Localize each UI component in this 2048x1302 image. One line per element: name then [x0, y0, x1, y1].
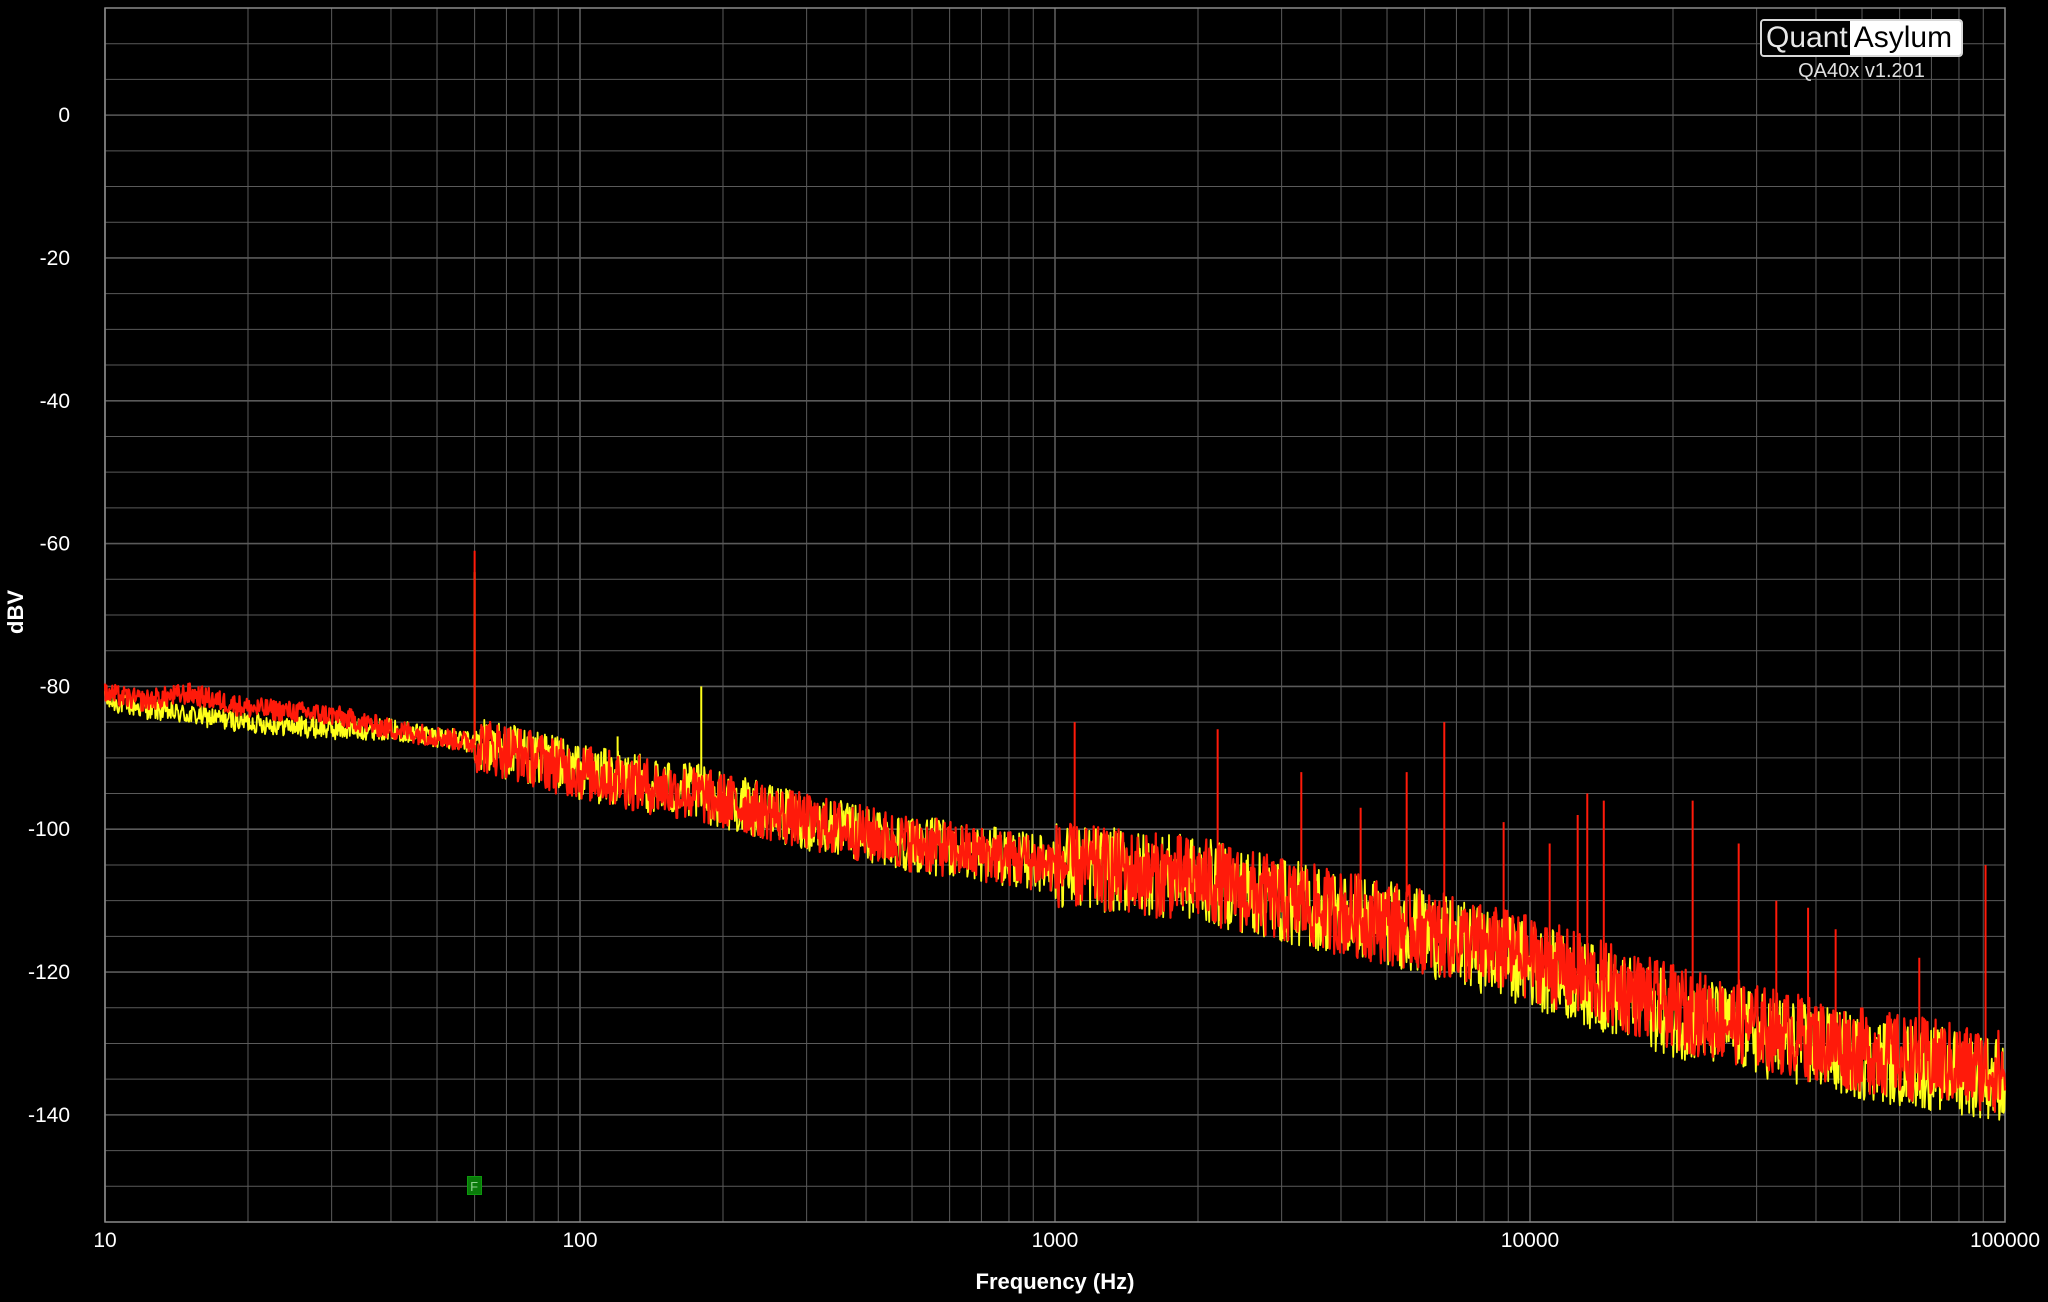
logo-left-text: Quant: [1762, 21, 1850, 55]
spectrum-chart: 0 -20 -40 -60 -80 -100 -120 -140 10 100 1000 10000…: [3, 7, 2040, 1294]
y-tick-label: -20: [40, 247, 70, 270]
y-tick-label: -80: [40, 675, 70, 698]
x-tick-label: 100: [562, 1229, 597, 1252]
y-tick-label: -40: [40, 390, 70, 413]
x-tick-label: 10000: [1501, 1229, 1559, 1252]
f-marker[interactable]: F: [466, 1176, 482, 1196]
x-tick-labels: 10 100 1000 10000 100000: [93, 1229, 2040, 1252]
y-axis-title: dBV: [3, 590, 28, 634]
y-tick-label: -60: [40, 533, 70, 556]
y-tick-labels: 0 -20 -40 -60 -80 -100 -120 -140: [28, 104, 70, 1127]
x-axis-title: Frequency (Hz): [976, 1269, 1135, 1294]
software-version: QA40x v1.201: [1798, 60, 1925, 82]
y-tick-label: 0: [58, 104, 70, 127]
x-tick-label: 10: [93, 1229, 116, 1252]
x-tick-label: 1000: [1032, 1229, 1079, 1252]
y-tick-label: -100: [28, 818, 70, 841]
y-tick-label: -140: [28, 1104, 70, 1127]
logo-right-text: Asylum: [1849, 21, 1961, 55]
y-tick-label: -120: [28, 961, 70, 984]
x-tick-label: 100000: [1970, 1229, 2040, 1252]
quantasylum-logo: Quant Asylum: [1760, 19, 1963, 57]
